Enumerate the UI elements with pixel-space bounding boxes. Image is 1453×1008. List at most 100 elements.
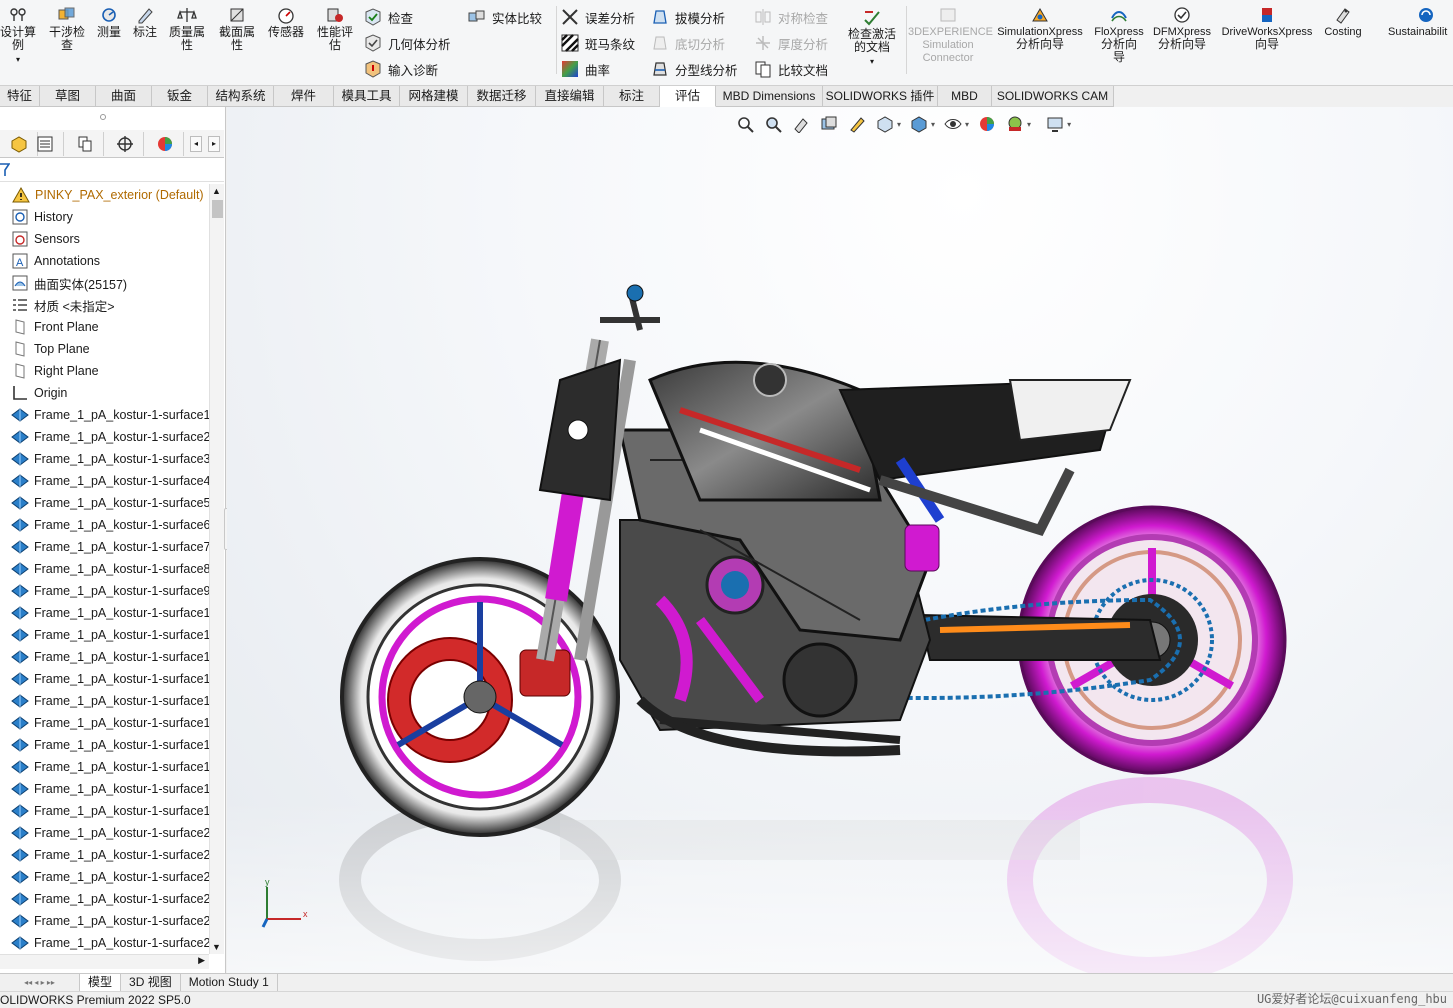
measure-button[interactable]: 测量 [92,4,126,39]
tab-property-manager[interactable] [26,132,64,156]
tab-9[interactable]: 直接编辑 [536,86,604,107]
feature-tree-filter[interactable] [0,160,224,182]
tree-item[interactable]: Frame_1_pA_kostur-1-surface8 [0,558,209,580]
tree-item[interactable]: Frame_1_pA_kostur-1-surface1 [0,690,209,712]
compare-documents-button[interactable]: 比较文档 [754,58,828,80]
tree-item[interactable]: Frame_1_pA_kostur-1-surface1 [0,646,209,668]
scrollbar-thumb[interactable] [212,200,223,218]
tree-item[interactable]: Frame_1_pA_kostur-1-surface6 [0,514,209,536]
tree-item[interactable]: Frame_1_pA_kostur-1-surface2 [0,426,209,448]
tree-item[interactable]: Frame_1_pA_kostur-1-surface2 [0,932,209,954]
sustainability-button[interactable]: Sustainabilit [1388,4,1453,38]
tree-item[interactable]: A Annotations [0,250,100,272]
tab-2[interactable]: 曲面 [96,86,152,107]
tab-dimxpert-manager[interactable] [106,132,144,156]
tree-item[interactable]: Frame_1_pA_kostur-1-surface9 [0,580,209,602]
tree-item[interactable]: Origin [0,382,67,404]
tree-item[interactable]: Top Plane [0,338,90,360]
tab-11[interactable]: 评估 [660,86,716,107]
tab-scroll-right[interactable]: ▸ [208,136,220,152]
tree-item[interactable]: Frame_1_pA_kostur-1-surface1 [0,624,209,646]
tree-item[interactable]: History [0,206,73,228]
tab-14[interactable]: MBD [938,86,992,107]
simulationxpress-button[interactable]: SimulationXpress 分析向导 [994,4,1086,51]
tab-configuration-manager[interactable] [66,132,104,156]
tab-0[interactable]: 特征 [0,86,40,107]
tree-item[interactable]: Frame_1_pA_kostur-1-surface5 [0,492,209,514]
tab-4[interactable]: 结构系统 [208,86,274,107]
chevron-down-icon[interactable]: ▾ [1027,120,1031,129]
sensor-button[interactable]: 传感器 [264,4,308,39]
view-orientation-button[interactable] [875,114,895,134]
tab-1[interactable]: 草图 [40,86,96,107]
previous-view-button[interactable] [791,114,811,134]
section-properties-button[interactable]: 截面属 性 [214,4,260,52]
thickness-analysis-button[interactable]: 厚度分析 [754,32,828,54]
tab-15[interactable]: SOLIDWORKS CAM [992,86,1114,107]
undercut-analysis-button[interactable]: 底切分析 [651,32,725,54]
costing-button[interactable]: Costing [1320,4,1366,38]
feature-tree-vertical-scrollbar[interactable]: ▲ ▼ [209,184,224,954]
tree-item[interactable]: Frame_1_pA_kostur-1-surface2 [0,888,209,910]
scroll-up-arrow[interactable]: ▲ [212,186,221,196]
apply-scene-button[interactable] [1005,114,1025,134]
tree-item[interactable]: Frame_1_pA_kostur-1-surface1 [0,404,209,426]
tree-item[interactable]: 曲面实体(25157) [0,272,127,294]
zebra-stripes-button[interactable]: 斑马条纹 [561,32,635,54]
tree-item[interactable]: Frame_1_pA_kostur-1-surface1 [0,778,209,800]
feature-tree-horizontal-scrollbar[interactable]: ▶ [0,954,209,969]
graphics-area[interactable]: y x [227,107,1453,973]
edit-appearance-button[interactable] [977,114,997,134]
driveworksxpress-button[interactable]: DriveWorksXpress 向导 [1218,4,1316,51]
markup-button[interactable]: 标注 [128,4,162,39]
tree-root-part[interactable]: PINKY_PAX_exterior (Default) [0,184,204,206]
check-active-document-button[interactable]: 检查激活 的文档 ▾ [842,6,902,68]
dfmxpress-button[interactable]: DFMXpress 分析向导 [1150,4,1214,51]
tree-item[interactable]: Frame_1_pA_kostur-1-surface1 [0,668,209,690]
tab-10[interactable]: 标注 [604,86,660,107]
zoom-to-area-button[interactable] [763,114,783,134]
import-diagnostics-button[interactable]: 输入诊断 [364,58,438,80]
check-button[interactable]: 检查 [364,6,413,28]
zoom-to-fit-button[interactable] [735,114,755,134]
section-view-button[interactable] [819,114,839,134]
scroll-right-arrow[interactable]: ▶ [198,955,205,966]
tree-item[interactable]: 材质 <未指定> [0,294,115,316]
tree-item[interactable]: Frame_1_pA_kostur-1-surface7 [0,536,209,558]
tree-item[interactable]: Frame_1_pA_kostur-1-surface2 [0,822,209,844]
deviation-analysis-button[interactable]: 误差分析 [561,6,635,28]
tab-display-manager[interactable] [146,132,184,156]
scroll-down-arrow[interactable]: ▼ [212,942,221,952]
mass-properties-button[interactable]: 质量属 性 [164,4,210,52]
tree-item[interactable]: Frame_1_pA_kostur-1-surface3 [0,448,209,470]
front-wheel[interactable] [340,557,620,837]
chevron-down-icon[interactable]: ▾ [931,120,935,129]
compare-bodies-button[interactable]: 实体比较 [468,6,542,28]
tab-scroll-left[interactable]: ◂ [190,136,202,152]
tab-12[interactable]: MBD Dimensions [716,86,823,107]
dynamic-annotation-button[interactable] [847,114,867,134]
tab-8[interactable]: 数据迁移 [468,86,536,107]
hide-show-items-button[interactable] [943,114,963,134]
tab-3[interactable]: 钣金 [152,86,208,107]
geometry-analysis-button[interactable]: 几何体分析 [364,32,451,54]
bottom-tab-2[interactable]: Motion Study 1 [181,973,278,992]
3dexperience-simulation-connector-button[interactable]: 3DEXPERIENCE Simulation Connector [908,4,993,65]
bottom-tab-1[interactable]: 3D 视图 [121,973,181,992]
performance-evaluation-button[interactable]: 性能评 估 [312,4,358,52]
chevron-down-icon[interactable]: ▾ [965,120,969,129]
tree-item[interactable]: Frame_1_pA_kostur-1-surface1 [0,756,209,778]
symmetry-check-button[interactable]: 对称检查 [754,6,828,28]
tree-item[interactable]: Frame_1_pA_kostur-1-surface4 [0,470,209,492]
floxpress-button[interactable]: FloXpress 分析向 导 [1092,4,1146,64]
motorcycle-model[interactable] [227,107,1453,973]
interference-check-button[interactable]: 干涉检 查 [44,4,90,52]
bottom-tab-0[interactable]: 模型 [80,973,122,992]
tab-7[interactable]: 网格建模 [400,86,468,107]
pane-splitter-handle[interactable] [100,114,106,120]
draft-analysis-button[interactable]: 拔模分析 [651,6,725,28]
tree-item[interactable]: Frame_1_pA_kostur-1-surface2 [0,910,209,932]
tree-item[interactable]: Frame_1_pA_kostur-1-surface1 [0,602,209,624]
tree-item[interactable]: Frame_1_pA_kostur-1-surface2 [0,844,209,866]
tab-5[interactable]: 焊件 [274,86,334,107]
